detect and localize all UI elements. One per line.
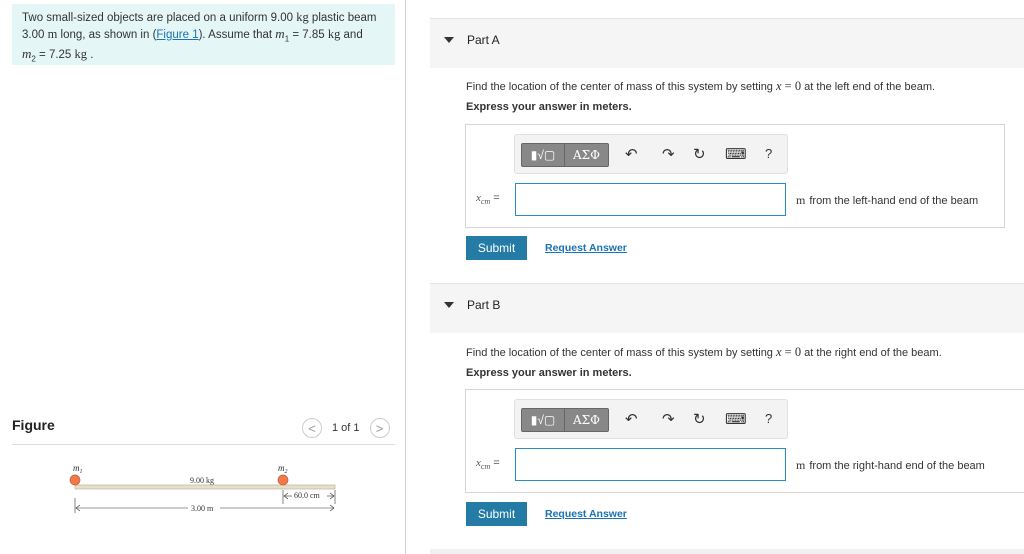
beam-figure: m1 m2 9.00 kg 60.0 cm 3.00 m [69,463,336,513]
templates-button[interactable]: ▮√▢ [521,143,565,167]
collapse-triangle-icon [444,37,454,43]
unit-kg: kg [296,10,309,24]
greek-symbols-button[interactable]: ΑΣΦ [565,143,609,167]
templates-button[interactable]: ▮√▢ [521,408,565,432]
redo-icon[interactable]: ↷ [662,410,675,428]
redo-icon[interactable]: ↷ [662,145,675,163]
chevron-left-icon: < [308,420,316,436]
prev-figure-button[interactable]: < [302,418,322,438]
part-b-answer-box: ▮√▢ ΑΣΦ ↶ ↷ ↻ ⌨ ? xcm = m from the right-… [465,389,1024,493]
part-b-variable-label: xcm = [476,457,500,472]
m2-symbol: m [22,46,32,62]
figure-divider [12,444,395,445]
part-a-variable-label: xcm = [476,192,500,207]
mass-2-ball [277,474,289,486]
problem-pane: Two small-sized objects are placed on a … [0,0,406,554]
templates-icon: ▮√▢ [530,148,556,162]
part-a-submit-button[interactable]: Submit [466,236,527,260]
help-icon[interactable]: ? [765,411,772,426]
part-a-answer-box: ▮√▢ ΑΣΦ ↶ ↷ ↻ ⌨ ? xcm = m from the left-h… [465,124,1005,228]
part-b-math-toolbar: ▮√▢ ΑΣΦ ↶ ↷ ↻ ⌨ ? [514,399,788,439]
beam-mass-label: 9.00 kg [190,476,214,485]
part-a-answer-input[interactable] [515,183,786,216]
help-icon[interactable]: ? [765,146,772,161]
keyboard-icon[interactable]: ⌨ [725,410,747,428]
part-b-title: Part B [467,298,501,312]
problem-statement: Two small-sized objects are placed on a … [12,4,395,65]
part-a-express: Express your answer in meters. [466,101,632,113]
part-b-unit-label: m from the right-hand end of the beam [796,458,985,472]
part-b-header[interactable]: Part B [430,283,1024,333]
figure-link[interactable]: Figure 1 [156,29,198,41]
undo-icon[interactable]: ↶ [625,410,638,428]
reset-icon[interactable]: ↻ [693,145,706,163]
parts-pane: Part A Find the location of the center o… [430,0,1024,554]
label-m2: m2 [278,463,288,475]
greek-symbols-button[interactable]: ΑΣΦ [565,408,609,432]
beam [74,484,336,490]
next-figure-button[interactable]: > [369,418,390,438]
label-m1: m1 [73,463,83,475]
pager-text: 1 of 1 [332,422,360,434]
undo-icon[interactable]: ↶ [625,145,638,163]
part-a-math-toolbar: ▮√▢ ΑΣΦ ↶ ↷ ↻ ⌨ ? [514,134,788,174]
part-a-title: Part A [467,33,500,47]
figure-header: Figure [12,417,55,433]
bottom-divider [430,549,1024,554]
part-a-request-answer-link[interactable]: Request Answer [545,242,627,254]
part-a-instruction: Find the location of the center of mass … [466,79,936,93]
part-b-submit-button[interactable]: Submit [466,502,527,526]
part-b-request-answer-link[interactable]: Request Answer [545,508,627,520]
keyboard-icon[interactable]: ⌨ [725,145,747,163]
beam-length-label: 3.00 m [191,504,214,513]
part-a-unit-label: m from the left-hand end of the beam [796,193,979,207]
part-b-answer-input[interactable] [515,448,786,481]
m1-symbol: m [275,26,285,41]
unit-m: m [47,27,58,41]
templates-icon: ▮√▢ [530,413,556,427]
part-b-instruction: Find the location of the center of mass … [466,345,942,359]
part-b-express: Express your answer in meters. [466,367,632,379]
figure-pager: < 1 of 1 > [302,418,390,438]
chevron-right-icon: > [375,420,384,436]
collapse-triangle-icon [444,302,454,308]
mass-1-ball [69,474,81,486]
offset-label: 60.0 cm [294,491,321,500]
reset-icon[interactable]: ↻ [693,410,706,428]
part-a-header[interactable]: Part A [430,18,1024,68]
